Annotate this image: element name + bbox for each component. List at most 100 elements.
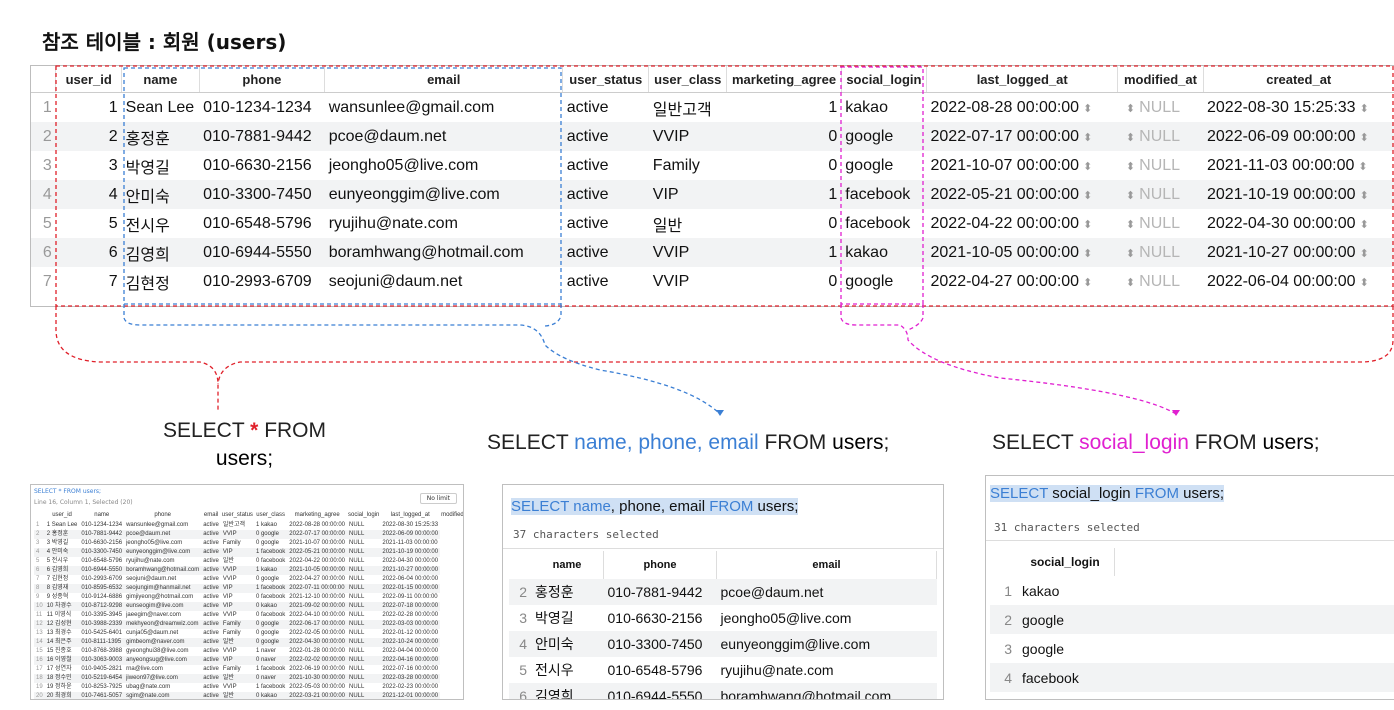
stepper-icon[interactable]: ⬍ <box>1083 132 1092 144</box>
query-line[interactable]: SELECT social_login FROM users; <box>988 485 1226 502</box>
phone-cell[interactable]: 010-7881-9442 <box>199 122 325 151</box>
column-header[interactable]: user_id <box>45 510 80 521</box>
column-header[interactable]: name <box>79 510 124 521</box>
column-header[interactable]: user_class <box>648 66 728 93</box>
table-row[interactable]: 5 5 전시우 010-6548-5796 ryujihu@nate.com activ… <box>34 557 463 566</box>
phone-cell[interactable]: 010-6630-2156 <box>199 151 325 180</box>
table-cell[interactable]: 8 김영재 <box>45 584 80 593</box>
table-cell[interactable]: 010-8768-3988 <box>79 647 124 656</box>
modified-at-cell[interactable]: ⬍ NULL <box>1117 238 1203 267</box>
table-row[interactable]: 11 11 이영식 010-3395-3945 jaeegim@naver.com ac… <box>34 611 463 620</box>
marketing-agree-cell[interactable]: 0 <box>726 122 842 151</box>
limit-dropdown[interactable]: No limit <box>419 493 457 504</box>
table-cell[interactable]: 16 이영철 <box>45 656 80 665</box>
marketing-agree-cell[interactable]: 0 <box>727 209 842 238</box>
stepper-icon[interactable]: ⬍ <box>1126 219 1135 231</box>
table-cell[interactable]: active <box>201 530 221 539</box>
modified-at-cell[interactable]: ⬍ NULL <box>1117 122 1203 151</box>
last-logged-at-cell[interactable]: 2022-05-21 00:00:00 ⬍ <box>926 180 1118 209</box>
table-cell[interactable]: 2021-09-02 00:00:00 <box>287 602 347 611</box>
social-login-cell[interactable]: google <box>1016 634 1115 663</box>
table-cell[interactable]: 2022-04-27 00:00:00 <box>287 575 347 584</box>
name-cell[interactable]: 박영길 <box>531 605 604 631</box>
name-cell[interactable]: 김영희 <box>121 238 200 267</box>
social-login-cell[interactable]: google <box>841 267 926 296</box>
table-cell[interactable]: eunyeonggim@live.com <box>124 548 201 557</box>
table-cell[interactable]: 010-3988-2339 <box>79 620 124 629</box>
social-login-cell[interactable]: facebook <box>841 180 927 209</box>
table-cell[interactable]: 2021-12-10 00:00:00 <box>287 593 347 602</box>
phone-cell[interactable]: 010-3300-7450 <box>199 180 325 209</box>
column-header[interactable]: user_status <box>221 510 254 521</box>
table-row[interactable]: 6 6 김영희 010-6944-5550 boramhwang@hotmail.co… <box>34 566 463 575</box>
table-cell[interactable]: 20 최경희 <box>45 692 80 699</box>
social-login-cell[interactable]: kakao <box>1016 576 1115 605</box>
table-cell[interactable]: 일반 <box>221 692 254 699</box>
table-cell[interactable]: 6 김영희 <box>45 566 80 575</box>
column-header[interactable]: name <box>121 66 200 93</box>
user-class-cell[interactable]: 일반 <box>649 209 727 238</box>
created-at-cell[interactable]: 2022-06-09 00:00:00 ⬍ <box>1203 122 1394 151</box>
table-row[interactable]: 2 2 홍정훈 010-7881-9442 pcoe@daum.net active VV… <box>34 530 463 539</box>
name-cell[interactable]: 안미숙 <box>121 180 200 209</box>
table-cell[interactable]: ubag@nate.com <box>124 683 201 692</box>
phone-cell[interactable]: 010-6548-5796 <box>604 657 717 683</box>
email-cell[interactable]: wansunlee@gmail.com <box>325 93 563 123</box>
table-cell[interactable]: 2022-06-19 00:00:00 <box>287 665 347 674</box>
table-cell[interactable]: NULL <box>347 530 380 539</box>
table-cell[interactable]: 2022-05-21 00:00:00 <box>287 548 347 557</box>
table-cell[interactable]: NULL <box>347 557 380 566</box>
table-cell[interactable]: gimbeom@naver.com <box>124 638 201 647</box>
table-cell[interactable]: Family <box>221 629 254 638</box>
stepper-icon[interactable]: ⬍ <box>1360 132 1369 144</box>
table-cell[interactable]: seojungim@hanmail.net <box>124 584 201 593</box>
row-number[interactable]: 2 <box>31 122 56 151</box>
table-cell[interactable]: 1 facebook <box>254 584 287 593</box>
table-cell[interactable]: 일반 <box>221 557 254 566</box>
table-cell[interactable]: gimjiyeong@hotmail.com <box>124 593 201 602</box>
column-header[interactable]: modified_at <box>1117 66 1204 93</box>
table-cell[interactable]: NULL <box>347 566 380 575</box>
name-cell[interactable]: 전시우 <box>531 657 604 683</box>
column-header[interactable]: phone <box>199 66 326 93</box>
stepper-icon[interactable]: ⬍ <box>1126 277 1135 289</box>
table-cell[interactable]: NULL <box>347 620 380 629</box>
user-status-cell[interactable]: active <box>563 151 649 180</box>
table-cell[interactable]: 2022-10-24 00:00:00 <box>380 638 440 647</box>
table-cell[interactable]: VVIP <box>221 611 254 620</box>
email-cell[interactable]: eunyeonggim@live.com <box>324 180 563 209</box>
row-number[interactable]: 1 <box>31 93 56 123</box>
table-cell[interactable]: 3 박영길 <box>45 539 80 548</box>
table-row[interactable]: 1 kakao <box>990 576 1394 605</box>
table-row[interactable]: 4 4 안미숙 010-3300-7450 eunyeonggim@live.com ac… <box>31 180 1394 209</box>
table-cell[interactable]: NULL <box>347 611 380 620</box>
user-id-cell[interactable]: 7 <box>56 267 122 296</box>
stepper-icon[interactable]: ⬍ <box>1126 248 1135 260</box>
stepper-icon[interactable]: ⬍ <box>1083 219 1092 231</box>
created-at-cell[interactable]: 2022-04-30 00:00:00 ⬍ <box>1203 209 1394 238</box>
table-cell[interactable]: 9 성종혁 <box>45 593 80 602</box>
marketing-agree-cell[interactable]: 1 <box>726 238 842 267</box>
user-status-cell[interactable]: active <box>562 122 649 151</box>
social-login-cell[interactable]: facebook <box>841 209 926 238</box>
column-header[interactable]: marketing_agree <box>287 510 347 521</box>
table-cell[interactable]: NULL <box>347 629 380 638</box>
stepper-icon[interactable]: ⬍ <box>1126 190 1135 202</box>
table-cell[interactable]: Family <box>221 620 254 629</box>
email-cell[interactable]: jeongho05@live.com <box>325 151 563 180</box>
table-cell[interactable]: 0 google <box>254 530 287 539</box>
modified-at-cell[interactable]: ⬍ NULL <box>1117 180 1203 209</box>
table-cell[interactable]: 일반고객 <box>221 521 254 530</box>
table-row[interactable]: 13 13 최경수 010-5425-6401 cunja05@daum.net act… <box>34 629 463 638</box>
table-row[interactable]: 6 6 김영희 010-6944-5550 boramhwang@hotmail.com… <box>31 238 1394 267</box>
stepper-icon[interactable]: ⬍ <box>1360 277 1369 289</box>
phone-cell[interactable]: 010-6944-5550 <box>604 683 717 699</box>
name-cell[interactable]: 홍정훈 <box>121 122 200 151</box>
table-cell[interactable]: 2022-07-17 00:00:00 <box>287 530 347 539</box>
table-cell[interactable]: 010-6944-5550 <box>79 566 124 575</box>
table-cell[interactable]: active <box>201 584 221 593</box>
table-cell[interactable]: 010-3063-9003 <box>79 656 124 665</box>
last-logged-at-cell[interactable]: 2021-10-07 00:00:00 ⬍ <box>927 151 1118 180</box>
table-row[interactable]: 3 3 박영길 010-6630-2156 jeongho05@live.com acti… <box>31 151 1394 180</box>
table-cell[interactable]: 2022-02-05 00:00:00 <box>287 629 347 638</box>
